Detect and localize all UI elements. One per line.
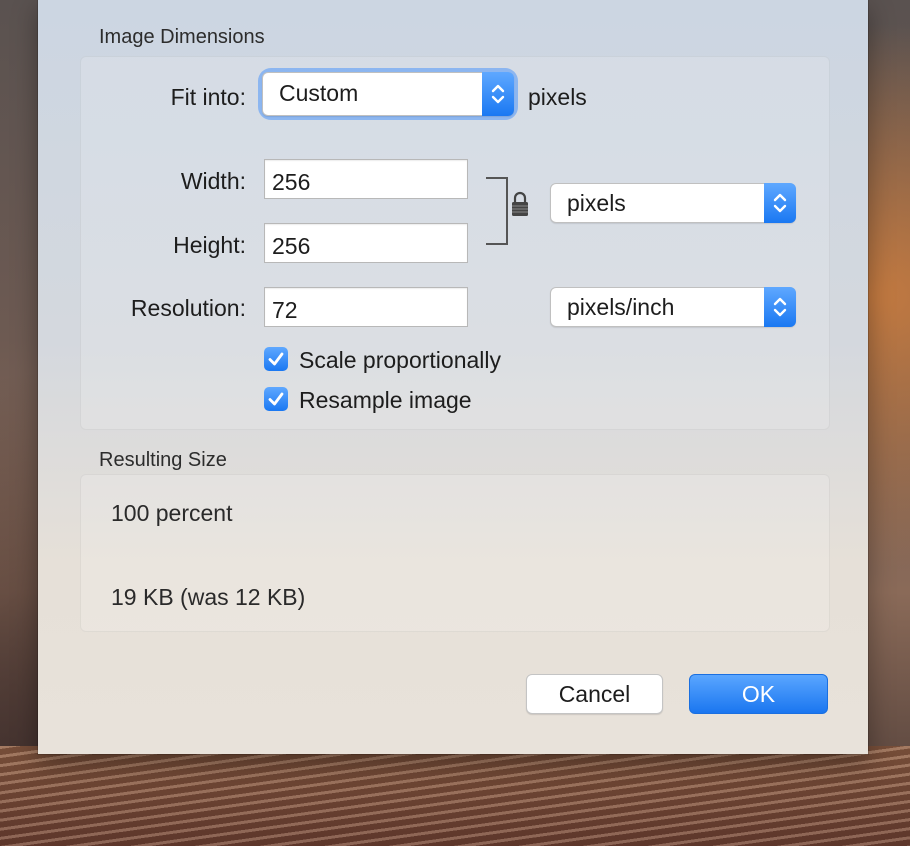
resample-image-label[interactable]: Resample image bbox=[299, 387, 472, 414]
fit-into-value: Custom bbox=[279, 80, 359, 106]
resolution-unit-popup[interactable]: pixels/inch bbox=[550, 287, 796, 327]
up-down-chevron-icon bbox=[764, 287, 796, 327]
lock-icon[interactable] bbox=[510, 190, 530, 223]
height-label: Height: bbox=[173, 232, 246, 258]
up-down-chevron-icon bbox=[764, 183, 796, 223]
result-percent: 100 percent bbox=[111, 500, 233, 526]
fit-into-unit-label: pixels bbox=[528, 84, 587, 110]
scale-proportionally-label[interactable]: Scale proportionally bbox=[299, 347, 501, 374]
resolution-label: Resolution: bbox=[130, 295, 246, 321]
resolution-field[interactable]: 72 bbox=[264, 287, 468, 327]
desktop-wallpaper bbox=[0, 746, 910, 846]
cancel-button[interactable]: Cancel bbox=[526, 674, 663, 714]
constrain-bracket bbox=[486, 177, 508, 245]
width-label: Width: bbox=[180, 168, 246, 194]
up-down-chevron-icon bbox=[482, 72, 514, 116]
width-field[interactable]: 256 bbox=[264, 159, 468, 199]
resulting-size-title: Resulting Size bbox=[99, 449, 227, 471]
result-file-size: 19 KB (was 12 KB) bbox=[111, 584, 306, 610]
fit-into-popup[interactable]: Custom bbox=[262, 72, 514, 116]
image-dimensions-title: Image Dimensions bbox=[99, 26, 265, 48]
size-unit-value: pixels bbox=[567, 190, 626, 216]
resolution-unit-value: pixels/inch bbox=[567, 294, 675, 320]
height-field[interactable]: 256 bbox=[264, 223, 468, 263]
resample-image-checkbox[interactable] bbox=[264, 387, 288, 411]
ok-button[interactable]: OK bbox=[689, 674, 828, 714]
fit-into-label: Fit into: bbox=[170, 84, 246, 110]
image-size-dialog: Image Dimensions Fit into: Custom pixels… bbox=[38, 0, 868, 754]
size-unit-popup[interactable]: pixels bbox=[550, 183, 796, 223]
scale-proportionally-checkbox[interactable] bbox=[264, 347, 288, 371]
